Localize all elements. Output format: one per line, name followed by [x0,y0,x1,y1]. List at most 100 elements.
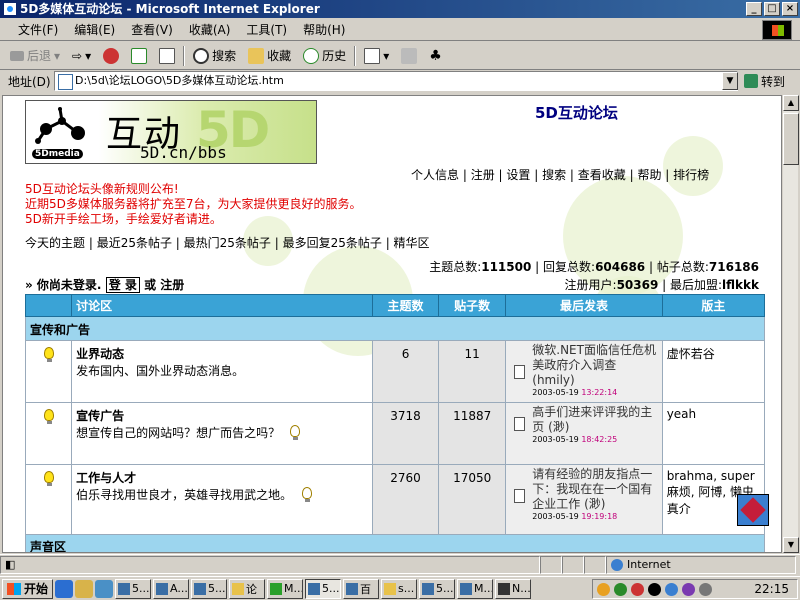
announcement-link[interactable]: 近期5D多媒体服务器将扩充至7台，为大家提供更良好的服务。 [25,197,362,212]
forum-name-link[interactable]: 宣传广告 [76,407,368,424]
taskbar-item[interactable]: M... [267,578,304,599]
scroll-thumb[interactable] [783,113,799,165]
status-cell [584,555,606,574]
status-cell [562,555,584,574]
nav-register[interactable]: 注册 [471,168,495,182]
minimize-button[interactable]: _ [746,2,762,16]
history-button[interactable]: 历史 [299,45,350,67]
topics-count: 111500 [481,260,532,274]
mail-icon [364,47,381,64]
taskbar-item[interactable]: M... [457,578,494,599]
last-post-cell: 高手们进来评评我的主页 (渺) 2003-05-19 18:42:25 [505,402,663,465]
table-row: 工作与人才 伯乐寻找用世良才，英雄寻找用武之地。 2760 17050 请有经验… [24,464,766,535]
forward-button[interactable]: ⇨ ▾ [68,45,95,67]
last-post-link[interactable]: 微软.NET面临信任危机 美政府介入调查 (hmily) [532,343,659,388]
moderators[interactable]: 虚怀若谷 [661,340,766,403]
announcement-link[interactable]: 5D互动论坛头像新规则公布! [25,182,362,197]
nav-search[interactable]: 搜索 [542,168,566,182]
taskbar-item[interactable]: s... [381,578,418,599]
scroll-up-icon[interactable]: ▲ [783,95,799,111]
app-icon [498,582,511,595]
taskbar-item[interactable]: 5... [115,578,152,599]
stop-button[interactable] [99,45,123,67]
forum-logo[interactable]: 互动 5D 5D.cn/bbs 5Dmedia [25,100,317,164]
login-button[interactable]: 登 录 [105,277,140,293]
nav-ranking[interactable]: 排行榜 [673,168,709,182]
taskbar-item[interactable]: N... [495,578,532,599]
menu-view[interactable]: 查看(V) [123,21,181,38]
category-title[interactable]: 声音区 [25,534,765,552]
taskbar-item-active[interactable]: 5... [305,578,342,599]
subnav-recent[interactable]: 最近25条帖子 [97,236,172,250]
bulb-cell [24,464,73,535]
nav-profile[interactable]: 个人信息 [411,168,459,182]
app-icon [422,582,435,595]
nav-help[interactable]: 帮助 [637,168,661,182]
taskbar-item[interactable]: 5... [419,578,456,599]
menu-help[interactable]: 帮助(H) [295,21,353,38]
desktop-quicklaunch-icon[interactable] [75,579,94,598]
subnav-essence[interactable]: 精华区 [394,236,430,250]
last-post-time: 2003-05-19 19:19:18 [532,512,659,521]
last-post-link[interactable]: 请有经验的朋友指点一下：我现在在一个国有企业工作 (渺) [532,467,659,512]
post-count: 17050 [438,464,507,535]
taskbar-item[interactable]: A... [153,578,190,599]
last-post-link[interactable]: 高手们进来评评我的主页 (渺) [532,405,659,435]
print-button[interactable] [397,45,421,67]
tray-icon[interactable] [682,582,695,596]
last-post-clock: 19:19:18 [581,512,618,521]
subnav-most-replies[interactable]: 最多回复25条帖子 [283,236,382,250]
maximize-button[interactable]: □ [764,2,780,16]
print-icon [401,47,418,64]
search-button[interactable]: 搜索 [189,45,240,67]
tray-icon[interactable] [614,582,627,596]
mail-button[interactable]: ▾ [360,45,393,67]
forum-name-link[interactable]: 工作与人才 [76,469,368,486]
start-button[interactable]: 开始 [2,578,54,599]
nav-favorites[interactable]: 查看收藏 [578,168,626,182]
ie-quicklaunch-icon[interactable] [55,579,74,598]
tray-icon[interactable] [631,582,644,596]
home-button[interactable] [155,45,179,67]
scroll-down-icon[interactable]: ▼ [783,537,799,553]
app-icon [460,582,473,595]
header-posts: 贴子数 [438,294,507,317]
menu-favorites[interactable]: 收藏(A) [181,21,239,38]
nav-settings[interactable]: 设置 [506,168,530,182]
messenger-button[interactable]: ♣ [425,45,446,67]
register-link[interactable]: 注册 [160,278,184,292]
announcement-link[interactable]: 5D新开手绘工场，手绘爱好者请进。 [25,212,362,227]
subnav-hottest[interactable]: 最热门25条帖子 [184,236,271,250]
moderators[interactable]: yeah [661,402,766,465]
subnav-today[interactable]: 今天的主题 [25,236,85,250]
bulb-cell [24,340,73,403]
volume-icon[interactable] [699,582,712,596]
favorites-button[interactable]: 收藏 [244,45,295,67]
taskbar-item[interactable]: 论 [229,578,266,599]
close-button[interactable]: × [782,2,798,16]
category-title[interactable]: 宣传和广告 [25,316,765,341]
menu-file[interactable]: 文件(F) [10,21,66,38]
refresh-button[interactable] [127,45,151,67]
tray-icon[interactable] [648,582,661,596]
forum-name-link[interactable]: 业界动态 [76,345,368,362]
taskbar-item[interactable]: 5... [191,578,228,599]
vertical-scrollbar[interactable]: ▲ ▼ [782,95,799,553]
address-input[interactable]: D:\5d\论坛LOGO\5D多媒体互动论坛.htm [54,71,738,91]
outlook-quicklaunch-icon[interactable] [95,579,114,598]
menu-edit[interactable]: 编辑(E) [66,21,123,38]
stop-icon [103,47,120,64]
back-button[interactable]: 后退 ▾ [6,45,64,67]
menu-tools[interactable]: 工具(T) [238,21,295,38]
forum-table: 讨论区 主题数 贴子数 最后发表 版主 宣传和广告 业界动态 发布国内、国外业界… [24,294,766,552]
app-icon [156,582,169,595]
taskbar-item[interactable]: 百 [343,578,380,599]
address-dropdown-icon[interactable]: ▼ [722,72,738,90]
forum-cell: 工作与人才 伯乐寻找用世良才，英雄寻找用武之地。 [71,464,373,535]
tray-icon[interactable] [597,582,610,596]
newest-member[interactable]: lflkkk [722,278,759,292]
floating-app-icon[interactable] [737,494,769,526]
go-button[interactable]: 转到 [744,71,785,91]
topic-count: 6 [371,340,440,403]
tray-icon[interactable] [665,582,678,596]
